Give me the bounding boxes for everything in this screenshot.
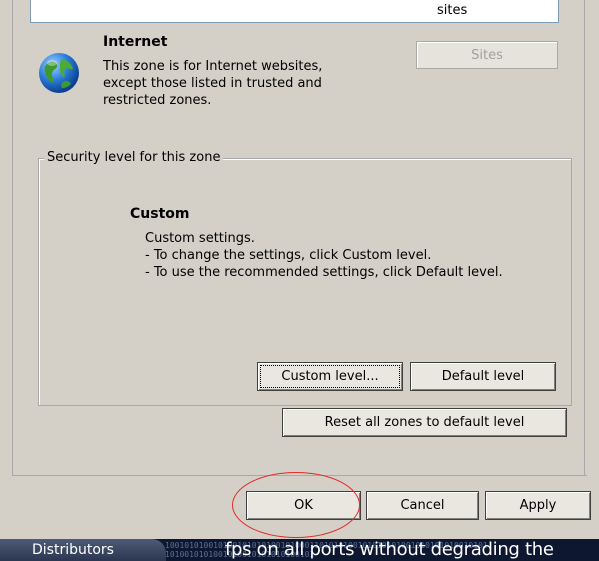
reset-all-zones-button[interactable]: Reset all zones to default level [282,408,567,437]
sites-button[interactable]: Sites [416,41,558,69]
security-level-line: Custom settings. [145,231,255,246]
zone-description-line: except those listed in trusted and [103,76,322,91]
background-tab-label: Distributors [32,542,114,558]
security-level-group-label: Security level for this zone [44,150,224,165]
security-level-description: Custom settings. - To change the setting… [145,230,503,281]
background-tab: Distributors [0,539,166,561]
zone-description-line: This zone is for Internet websites, [103,59,323,74]
zone-description-line: restricted zones. [103,93,212,108]
default-level-button[interactable]: Default level [410,362,556,391]
security-level-line: - To change the settings, click Custom l… [145,248,432,263]
ok-button[interactable]: OK [246,491,361,520]
cancel-button[interactable]: Cancel [366,491,479,520]
security-level-line: - To use the recommended settings, click… [145,265,503,280]
zone-list[interactable]: sites [30,0,559,23]
background-strip: Distributors 100101010010100101010100101… [0,539,599,561]
security-level-name: Custom [130,206,190,222]
dialog-left-border [12,0,13,476]
dialog-right-border [584,0,585,476]
custom-level-button[interactable]: Custom level... [257,362,403,391]
zone-name: Internet [103,34,168,50]
globe-icon [39,53,79,93]
apply-button[interactable]: Apply [485,491,591,520]
zone-description: This zone is for Internet websites, exce… [103,58,373,109]
zone-list-item-label[interactable]: sites [437,3,467,18]
background-text: fps on all ports without degrading the [225,539,554,560]
dialog-separator [12,475,587,476]
